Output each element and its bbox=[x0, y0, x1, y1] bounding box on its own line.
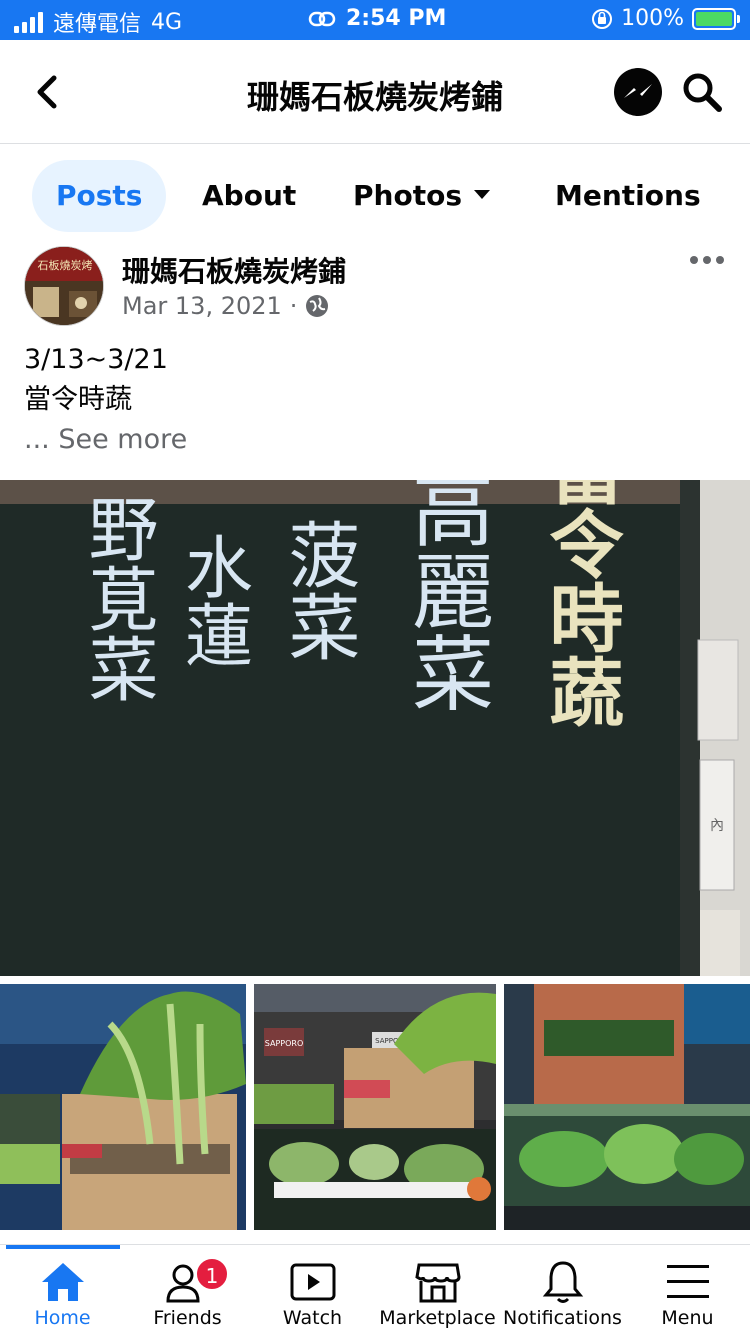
chalk-col-4: 水蓮 bbox=[173, 532, 252, 668]
marketplace-icon bbox=[414, 1263, 461, 1303]
page-header: 珊媽石板燒炭烤鋪 bbox=[0, 40, 750, 144]
post-author[interactable]: 珊媽石板燒炭烤鋪 bbox=[122, 250, 346, 290]
post-photo-thumb[interactable] bbox=[504, 984, 750, 1230]
post-text-line: 3/13~3/21 bbox=[24, 344, 168, 375]
signal-icon bbox=[14, 11, 43, 33]
nav-menu[interactable]: Menu bbox=[625, 1245, 750, 1334]
search-icon[interactable] bbox=[680, 70, 724, 114]
nav-marketplace[interactable]: Marketplace bbox=[375, 1245, 500, 1334]
avatar[interactable]: 石板燒炭烤 bbox=[24, 246, 104, 326]
nav-home[interactable]: Home bbox=[0, 1245, 125, 1334]
link-icon bbox=[308, 11, 336, 26]
home-icon bbox=[41, 1263, 84, 1301]
bell-icon bbox=[542, 1261, 583, 1303]
post-photo-main[interactable]: 內 當令時蔬 高麗菜 菠菜 水蓮 野莧菜 bbox=[0, 480, 750, 976]
tab-posts[interactable]: Posts bbox=[32, 160, 167, 232]
nav-label: Home bbox=[34, 1307, 91, 1329]
orientation-lock-icon bbox=[592, 8, 613, 29]
avatar-sign-text: 石板燒炭烤 bbox=[38, 258, 93, 272]
chalk-col-3: 菠菜 bbox=[276, 518, 360, 662]
caret-down-icon bbox=[473, 189, 490, 199]
post-photo-thumbnails: SAPPORO SAPPORO bbox=[0, 984, 750, 1230]
meta-separator: · bbox=[289, 292, 298, 320]
nav-label: Menu bbox=[661, 1307, 714, 1329]
thumb-label: SAPPORO bbox=[265, 1039, 304, 1048]
chalk-col-5: 野莧菜 bbox=[77, 493, 159, 703]
carrier-name: 遠傳電信 bbox=[53, 12, 142, 37]
nav-notifications[interactable]: Notifications bbox=[500, 1245, 625, 1334]
status-bar: 遠傳電信 4G 2:54 PM 100% bbox=[0, 0, 750, 40]
tab-photos[interactable]: Photos bbox=[353, 160, 490, 232]
nav-label: Watch bbox=[282, 1307, 343, 1329]
post-options-button[interactable] bbox=[690, 248, 730, 272]
post-photo-thumb[interactable] bbox=[0, 984, 246, 1230]
messenger-icon[interactable] bbox=[614, 68, 662, 116]
clock: 2:54 PM bbox=[346, 6, 447, 31]
menu-icon bbox=[666, 1265, 709, 1298]
see-more-link[interactable]: ... See more bbox=[24, 420, 187, 460]
globe-icon bbox=[306, 295, 329, 317]
post-photo-thumb[interactable]: SAPPORO SAPPORO bbox=[254, 984, 496, 1230]
battery-percent: 100% bbox=[621, 6, 684, 31]
nav-watch[interactable]: Watch bbox=[250, 1245, 375, 1334]
chalk-col-2: 高麗菜 bbox=[398, 480, 493, 713]
nav-label: Notifications bbox=[503, 1307, 622, 1329]
side-sign-text: 內 bbox=[710, 818, 724, 834]
post-text: 3/13~3/21 當令時蔬 bbox=[24, 340, 168, 420]
nav-friends[interactable]: 1 Friends bbox=[125, 1245, 250, 1334]
nav-label: Friends bbox=[153, 1307, 222, 1329]
tab-mentions[interactable]: Mentions bbox=[555, 160, 701, 232]
post-date[interactable]: Mar 13, 2021 bbox=[122, 292, 282, 320]
bottom-navigation: Home 1 Friends Watch Marketplace Notific… bbox=[0, 1244, 750, 1334]
notification-badge: 1 bbox=[195, 1257, 229, 1291]
network-type: 4G bbox=[151, 9, 183, 35]
post-meta: Mar 13, 2021 · bbox=[122, 292, 329, 320]
chalk-col-1: 當令時蔬 bbox=[537, 480, 623, 728]
nav-label: Marketplace bbox=[379, 1307, 496, 1329]
post-text-line: 當令時蔬 bbox=[24, 384, 132, 415]
watch-icon bbox=[290, 1263, 335, 1301]
page-tabs: Posts About Photos Mentions bbox=[0, 160, 750, 232]
tab-about[interactable]: About bbox=[202, 160, 296, 232]
battery-charging-icon bbox=[692, 7, 740, 30]
